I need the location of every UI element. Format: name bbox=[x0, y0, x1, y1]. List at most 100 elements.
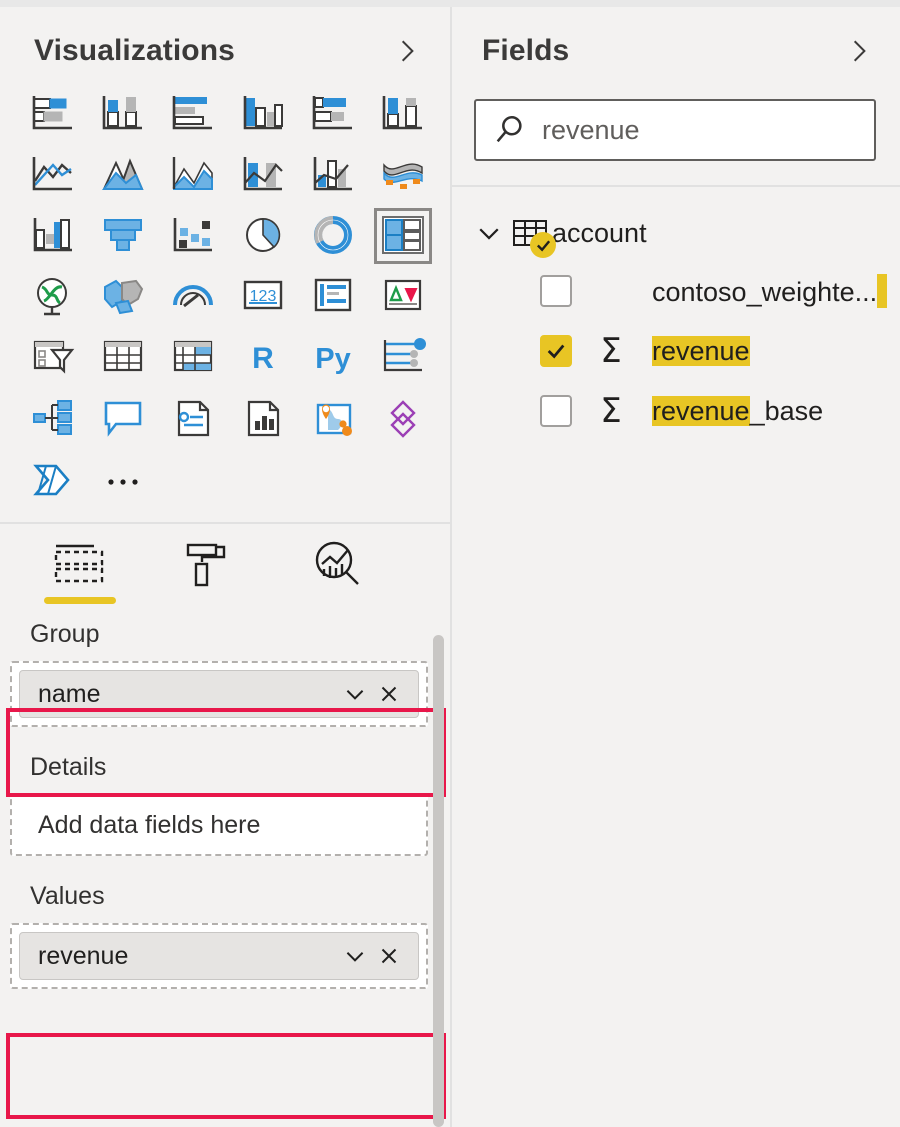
viz-icon-line-and-stacked-column-chart[interactable] bbox=[228, 144, 298, 205]
field-pill-label: name bbox=[38, 680, 338, 709]
viz-icon-r-script-visual[interactable]: R bbox=[228, 327, 298, 388]
viz-icon-clustered-bar-chart[interactable] bbox=[158, 83, 228, 144]
viz-icon-more-options[interactable] bbox=[88, 449, 158, 510]
svg-text:R: R bbox=[252, 342, 274, 375]
fields-header: Fields bbox=[452, 7, 900, 69]
viz-icon-card[interactable]: 123 bbox=[228, 266, 298, 327]
sum-icon: Σ bbox=[588, 334, 634, 368]
check-badge bbox=[530, 232, 556, 258]
drop-zone-details[interactable]: Add data fields here bbox=[10, 794, 428, 856]
well-label-details: Details bbox=[0, 727, 450, 794]
property-tab-strip bbox=[0, 524, 450, 616]
power-bi-panes: Visualizations bbox=[0, 0, 900, 1127]
viz-icon-python-visual[interactable]: Py bbox=[298, 327, 368, 388]
viz-grid-filler bbox=[158, 449, 228, 510]
viz-icon-paginated-report[interactable] bbox=[228, 388, 298, 449]
drop-zone-group[interactable]: name bbox=[10, 661, 428, 727]
field-label-text: _base bbox=[750, 396, 824, 426]
chevron-right-icon[interactable] bbox=[846, 38, 872, 64]
tab-fields-active-underline bbox=[44, 597, 116, 604]
viz-icon-power-automate[interactable] bbox=[18, 449, 88, 510]
chevron-down-icon[interactable] bbox=[474, 218, 504, 248]
fields-title: Fields bbox=[482, 34, 569, 68]
viz-icon-donut-chart[interactable] bbox=[298, 205, 368, 266]
table-icon bbox=[510, 213, 550, 253]
tab-fields[interactable] bbox=[40, 538, 118, 608]
viz-icon-clustered-column-chart[interactable] bbox=[228, 83, 298, 144]
field-row-revenue-base[interactable]: Σ revenue_base bbox=[452, 381, 900, 441]
field-pill-name[interactable]: name bbox=[19, 670, 419, 718]
viz-icon-scatter-chart[interactable] bbox=[158, 205, 228, 266]
viz-grid-filler bbox=[368, 449, 438, 510]
viz-icon-waterfall-chart[interactable] bbox=[18, 205, 88, 266]
viz-icon-key-influencers[interactable] bbox=[368, 327, 438, 388]
viz-icon-smart-narrative[interactable] bbox=[158, 388, 228, 449]
sum-icon: Σ bbox=[588, 394, 634, 428]
fields-pane: Fields revenue bbox=[452, 7, 900, 1127]
viz-icon-table[interactable] bbox=[88, 327, 158, 388]
viz-icon-kpi[interactable] bbox=[368, 266, 438, 327]
drop-zone-values[interactable]: revenue bbox=[10, 923, 428, 989]
viz-icon-matrix[interactable] bbox=[158, 327, 228, 388]
viz-icon-funnel[interactable] bbox=[88, 205, 158, 266]
viz-icon-q-and-a[interactable] bbox=[88, 388, 158, 449]
viz-icon-stacked-column-chart[interactable] bbox=[88, 83, 158, 144]
tab-format[interactable] bbox=[170, 538, 248, 608]
viz-icon-area-chart[interactable] bbox=[88, 144, 158, 205]
close-icon[interactable] bbox=[372, 939, 406, 973]
search-match-highlight bbox=[877, 274, 887, 308]
well-label-values: Values bbox=[0, 856, 450, 923]
chevron-down-icon[interactable] bbox=[338, 939, 372, 973]
visualizations-scrollbar[interactable] bbox=[433, 635, 444, 1127]
visualizations-pane: Visualizations bbox=[0, 7, 452, 1127]
svg-text:Py: Py bbox=[315, 343, 350, 375]
well-label-group: Group bbox=[0, 616, 450, 661]
viz-icon-pie-chart[interactable] bbox=[228, 205, 298, 266]
field-checkbox[interactable] bbox=[540, 395, 572, 427]
close-icon[interactable] bbox=[372, 677, 406, 711]
viz-icon-decomposition-tree[interactable] bbox=[18, 388, 88, 449]
chevron-right-icon[interactable] bbox=[394, 38, 420, 64]
field-label: contoso_weighte... bbox=[652, 274, 887, 308]
viz-icon-treemap[interactable] bbox=[368, 205, 438, 266]
field-pill-revenue[interactable]: revenue bbox=[19, 932, 419, 980]
field-row-contoso-weighted[interactable]: Σ contoso_weighte... bbox=[452, 261, 900, 321]
fields-tree: account Σ contoso_weighte... Σ revenue bbox=[452, 187, 900, 441]
viz-icon-azure-map[interactable] bbox=[298, 388, 368, 449]
viz-icon-stacked-bar-chart[interactable] bbox=[18, 83, 88, 144]
annotation-highlight-values bbox=[6, 1033, 446, 1119]
field-row-revenue[interactable]: Σ revenue bbox=[452, 321, 900, 381]
search-input-value: revenue bbox=[542, 115, 640, 146]
viz-icon-line-chart[interactable] bbox=[18, 144, 88, 205]
drop-zone-placeholder: Add data fields here bbox=[12, 811, 260, 840]
viz-grid-filler bbox=[298, 449, 368, 510]
chevron-down-icon[interactable] bbox=[338, 677, 372, 711]
field-label-text: contoso_weighte... bbox=[652, 277, 877, 307]
page-title: Visualizations bbox=[34, 34, 235, 68]
search-input[interactable]: revenue bbox=[474, 99, 876, 161]
search-match-highlight: revenue bbox=[652, 396, 750, 426]
field-label-text: revenue bbox=[652, 336, 750, 366]
viz-icon-slicer[interactable] bbox=[18, 327, 88, 388]
visualization-gallery: 123 bbox=[0, 69, 450, 510]
viz-grid-filler bbox=[228, 449, 298, 510]
viz-icon-ribbon-chart[interactable] bbox=[368, 144, 438, 205]
field-pill-label: revenue bbox=[38, 942, 338, 971]
field-label: revenue bbox=[652, 336, 750, 367]
viz-icon-stacked-area-chart[interactable] bbox=[158, 144, 228, 205]
tree-node-account[interactable]: account bbox=[452, 205, 900, 261]
viz-icon-line-and-clustered-column-chart[interactable] bbox=[298, 144, 368, 205]
tree-node-label: account bbox=[552, 218, 647, 249]
field-label: revenue_base bbox=[652, 396, 823, 427]
tab-analytics[interactable] bbox=[300, 538, 378, 608]
viz-icon-filled-map[interactable] bbox=[88, 266, 158, 327]
field-checkbox[interactable] bbox=[540, 335, 572, 367]
viz-icon-100-stacked-column-chart[interactable] bbox=[368, 83, 438, 144]
viz-icon-power-apps[interactable] bbox=[368, 388, 438, 449]
viz-icon-gauge[interactable] bbox=[158, 266, 228, 327]
visualizations-header: Visualizations bbox=[0, 7, 450, 69]
viz-icon-map[interactable] bbox=[18, 266, 88, 327]
field-checkbox[interactable] bbox=[540, 275, 572, 307]
viz-icon-multi-row-card[interactable] bbox=[298, 266, 368, 327]
viz-icon-100-stacked-bar-chart[interactable] bbox=[298, 83, 368, 144]
